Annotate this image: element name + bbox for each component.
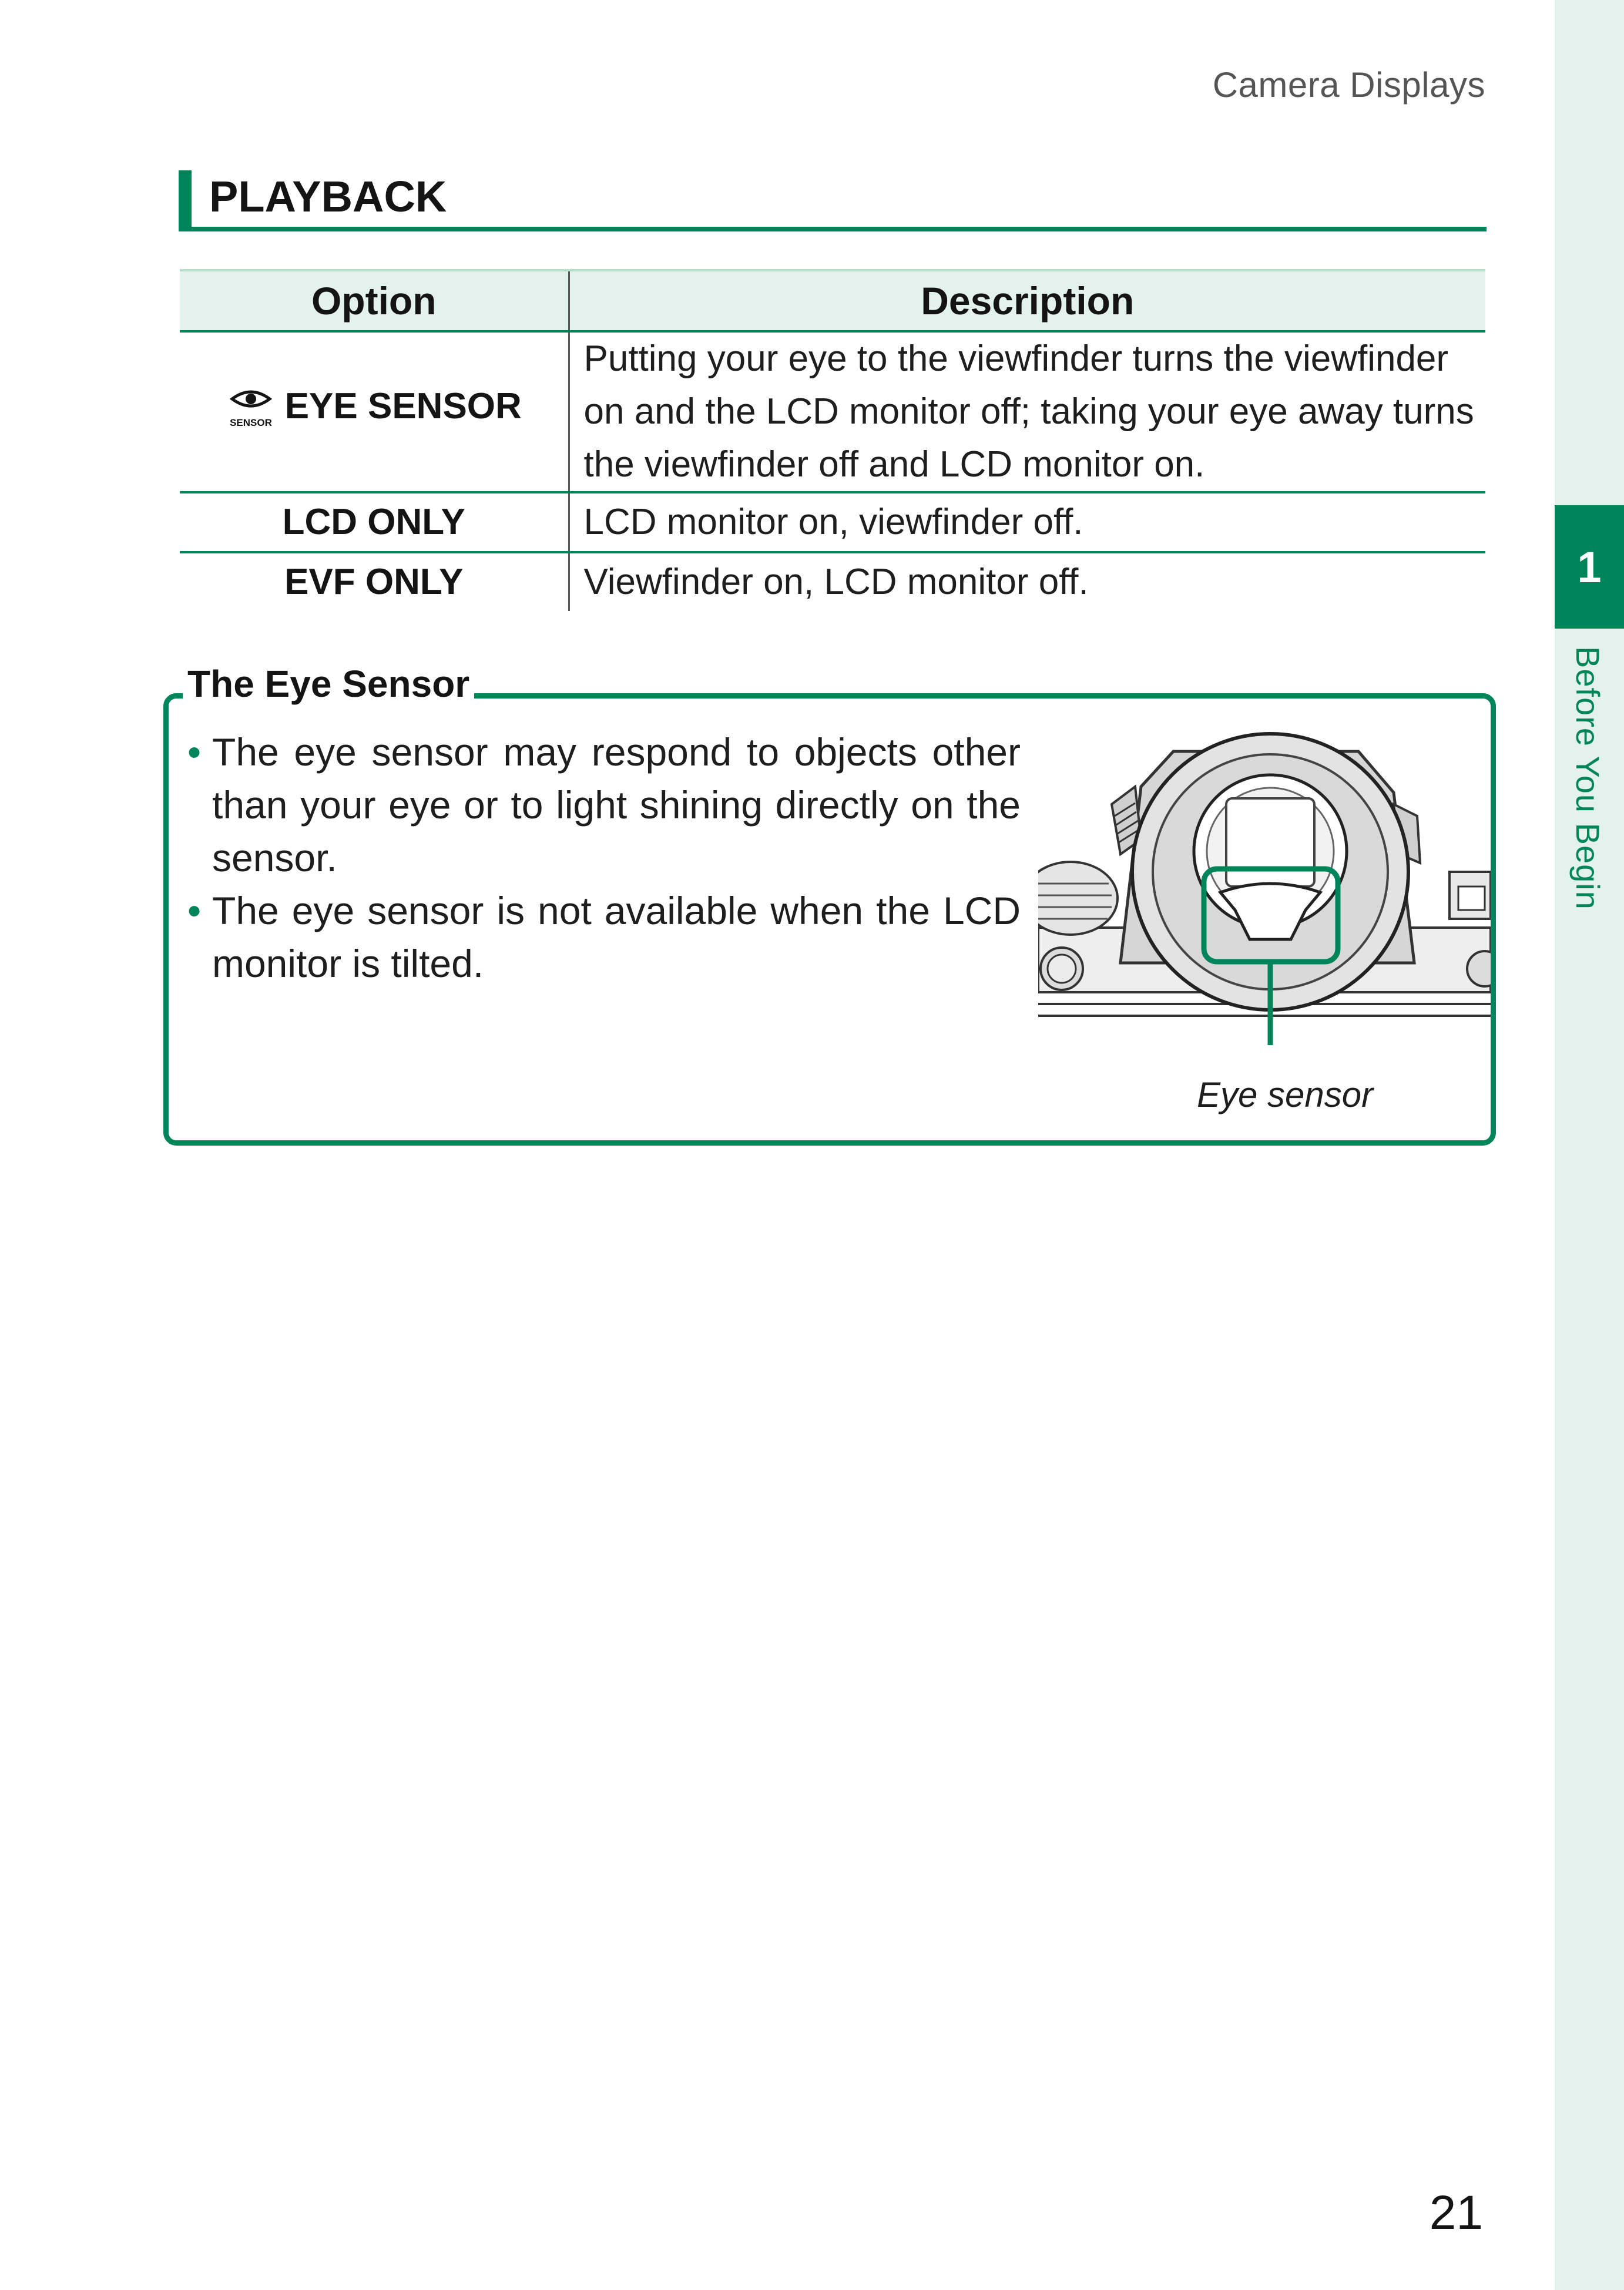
option-cell: SENSOR EYE SENSOR [180, 331, 570, 493]
table-header-row: Option Description [180, 269, 1485, 333]
description-cell: Putting your eye to the viewfinder turns… [569, 331, 1485, 493]
option-column-header: Option [180, 269, 570, 333]
note-title: The Eye Sensor [183, 662, 475, 706]
note-box: The Eye Sensor The eye sensor may respon… [163, 662, 1496, 1146]
chapter-number-box: 1 [1555, 505, 1624, 629]
option-cell: EVF ONLY [180, 552, 570, 611]
table-row: EVF ONLY Viewfinder on, LCD monitor off. [180, 552, 1485, 611]
note-item: The eye sensor may respond to objects ot… [186, 726, 1021, 884]
description-line: Putting your eye to the viewfinder turns… [583, 338, 1449, 379]
page-number: 21 [1429, 2186, 1483, 2239]
table-row: SENSOR EYE SENSOR Putting your eye to th… [180, 331, 1485, 493]
camera-eye-sensor-illustration [1038, 732, 1491, 1045]
table-row: LCD ONLY LCD monitor on, viewfinder off. [180, 492, 1485, 553]
option-cell: LCD ONLY [180, 492, 570, 553]
description-cell: LCD monitor on, viewfinder off. [569, 492, 1485, 553]
eye-sensor-icon: SENSOR [229, 390, 272, 428]
section-heading-text: PLAYBACK [209, 172, 447, 221]
eye-sensor-icon-label: SENSOR [230, 417, 272, 428]
figure-caption: Eye sensor [1197, 1075, 1374, 1114]
note-item: The eye sensor is not available when the… [186, 884, 1021, 990]
chapter-side-tab [1555, 0, 1624, 2290]
description-line: on and the LCD monitor off; taking your … [583, 391, 1474, 432]
option-label: EYE SENSOR [284, 385, 522, 427]
description-cell: Viewfinder on, LCD monitor off. [583, 562, 1089, 602]
section-accent-bar [179, 170, 192, 231]
chapter-number: 1 [1577, 542, 1602, 592]
description-column-header: Description [569, 269, 1485, 333]
options-table: Option Description SENSOR EYE SENSOR Put… [180, 269, 1485, 611]
section-heading: PLAYBACK [179, 170, 1487, 231]
chapter-title: Before You Begin [1569, 646, 1606, 910]
note-list: The eye sensor may respond to objects ot… [186, 726, 1021, 990]
description-line: the viewfinder off and LCD monitor on. [583, 444, 1205, 485]
running-header: Camera Displays [1212, 65, 1485, 105]
